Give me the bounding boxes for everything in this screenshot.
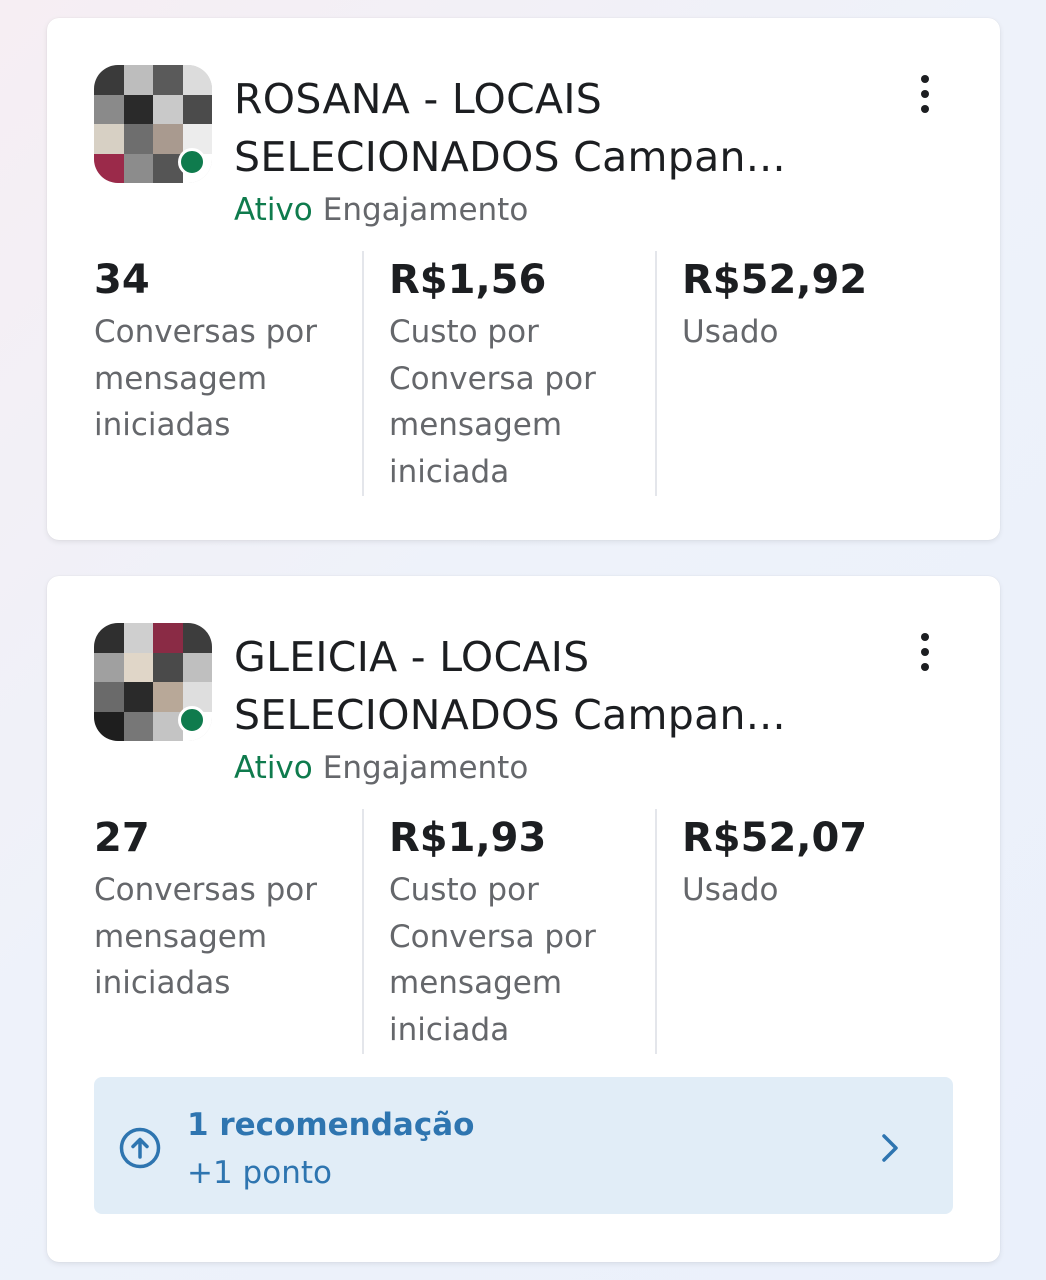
campaign-title[interactable]: GLEICIA - LOCAIS SELECIONADOS Campan...: [234, 628, 874, 744]
metric-results: 27 Conversas por mensagem iniciadas: [94, 809, 364, 1054]
active-status-dot: [178, 706, 206, 734]
divider: [655, 251, 657, 496]
metrics-row: 27 Conversas por mensagem iniciadas R$1,…: [94, 809, 964, 1054]
recommendation-subtitle: +1 ponto: [187, 1155, 332, 1191]
metric-value: 34: [94, 257, 150, 303]
metric-label: Custo por Conversa por mensagem iniciada: [389, 314, 596, 490]
metric-cost-per-result: R$1,93 Custo por Conversa por mensagem i…: [389, 809, 659, 1054]
campaign-title[interactable]: ROSANA - LOCAIS SELECIONADOS Campan...: [234, 70, 874, 186]
metric-value: R$52,92: [682, 257, 868, 303]
recommendation-banner[interactable]: 1 recomendação +1 ponto: [94, 1077, 953, 1214]
metric-label: Usado: [682, 872, 779, 908]
metric-amount-spent: R$52,92 Usado: [682, 251, 962, 496]
status-active-label: Ativo: [234, 192, 313, 228]
more-options-button[interactable]: [907, 68, 943, 120]
metric-results: 34 Conversas por mensagem iniciadas: [94, 251, 364, 496]
metric-label: Conversas por mensagem iniciadas: [94, 872, 317, 1001]
metric-value: R$52,07: [682, 815, 868, 861]
more-vertical-icon: [921, 633, 929, 641]
status-active-label: Ativo: [234, 750, 313, 786]
metric-value: R$1,93: [389, 815, 547, 861]
more-options-button[interactable]: [907, 626, 943, 678]
metric-amount-spent: R$52,07 Usado: [682, 809, 962, 1054]
metric-label: Usado: [682, 314, 779, 350]
recommendation-title: 1 recomendação: [187, 1107, 475, 1143]
objective-label: Engajamento: [322, 192, 529, 228]
status-row: Ativo Engajamento: [234, 190, 528, 230]
metric-label: Conversas por mensagem iniciadas: [94, 314, 317, 443]
divider: [655, 809, 657, 1054]
chevron-right-icon[interactable]: [878, 1131, 902, 1165]
campaign-card[interactable]: ROSANA - LOCAIS SELECIONADOS Campan... A…: [47, 18, 1000, 540]
divider: [362, 809, 364, 1054]
metrics-row: 34 Conversas por mensagem iniciadas R$1,…: [94, 251, 964, 496]
campaign-card[interactable]: GLEICIA - LOCAIS SELECIONADOS Campan... …: [47, 576, 1000, 1262]
metric-cost-per-result: R$1,56 Custo por Conversa por mensagem i…: [389, 251, 659, 496]
active-status-dot: [178, 148, 206, 176]
metric-value: R$1,56: [389, 257, 547, 303]
status-row: Ativo Engajamento: [234, 748, 528, 788]
divider: [362, 251, 364, 496]
metric-label: Custo por Conversa por mensagem iniciada: [389, 872, 596, 1048]
arrow-up-circle-icon: [119, 1127, 161, 1169]
metric-value: 27: [94, 815, 150, 861]
more-vertical-icon: [921, 75, 929, 83]
objective-label: Engajamento: [322, 750, 529, 786]
